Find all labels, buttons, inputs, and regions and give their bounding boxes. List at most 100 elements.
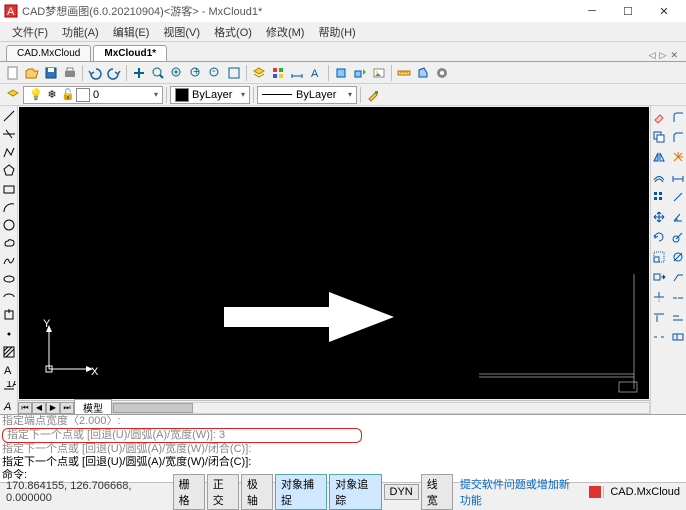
- arc-tool-icon[interactable]: [0, 199, 18, 215]
- settings-icon[interactable]: [433, 64, 451, 82]
- zoom-extents-icon[interactable]: [168, 64, 186, 82]
- spline-tool-icon[interactable]: [0, 253, 18, 269]
- properties-icon[interactable]: [269, 64, 287, 82]
- insert-block-icon[interactable]: [351, 64, 369, 82]
- match-props-icon[interactable]: [364, 86, 382, 104]
- dim-style-icon[interactable]: [288, 64, 306, 82]
- scale-icon[interactable]: [650, 248, 668, 266]
- polyline-tool-icon[interactable]: [0, 144, 18, 160]
- scroll-prev-icon[interactable]: ◀: [32, 402, 46, 414]
- zoom-all-icon[interactable]: [225, 64, 243, 82]
- dim-continue-icon[interactable]: [669, 288, 686, 306]
- offset-icon[interactable]: [650, 168, 668, 186]
- break-icon[interactable]: [650, 328, 668, 346]
- mirror-icon[interactable]: [650, 148, 668, 166]
- point-tool-icon[interactable]: [0, 326, 18, 342]
- ortho-toggle[interactable]: 正交: [207, 474, 239, 510]
- circle-tool-icon[interactable]: [0, 217, 18, 233]
- text-style-icon[interactable]: A: [307, 64, 325, 82]
- tolerance-icon[interactable]: [669, 328, 686, 346]
- measure-icon[interactable]: [395, 64, 413, 82]
- lineweight-toggle[interactable]: 线宽: [421, 474, 453, 510]
- table-tool-icon[interactable]: A: [0, 398, 18, 414]
- zoom-out-icon[interactable]: -: [206, 64, 224, 82]
- zoom-window-icon[interactable]: [149, 64, 167, 82]
- hatch-tool-icon[interactable]: [0, 344, 18, 360]
- menu-help[interactable]: 帮助(H): [312, 22, 361, 42]
- grid-toggle[interactable]: 栅格: [173, 474, 205, 510]
- drawing-canvas[interactable]: Y X: [19, 107, 649, 399]
- scroll-last-icon[interactable]: ⏭: [60, 402, 74, 414]
- otrack-toggle[interactable]: 对象追踪: [329, 474, 381, 510]
- fillet-icon[interactable]: [669, 108, 686, 126]
- block-icon[interactable]: [332, 64, 350, 82]
- extend-icon[interactable]: [650, 308, 668, 326]
- rotate-icon[interactable]: [650, 228, 668, 246]
- dim-aligned-icon[interactable]: [669, 188, 686, 206]
- command-log[interactable]: 指定端点宽度〈2.000〉: 指定下一个点或 [回退(U)/圆弧(A)/宽度(W…: [0, 414, 686, 482]
- explode-icon[interactable]: [669, 148, 686, 166]
- maximize-button[interactable]: ☐: [610, 1, 646, 21]
- menu-view[interactable]: 视图(V): [157, 22, 206, 42]
- array-icon[interactable]: [650, 188, 668, 206]
- area-icon[interactable]: [414, 64, 432, 82]
- polar-toggle[interactable]: 极轴: [241, 474, 273, 510]
- tab-cad-mxcloud[interactable]: CAD.MxCloud: [6, 45, 91, 61]
- layer-freeze-icon: ❄: [44, 87, 60, 103]
- dim-linear-icon[interactable]: [669, 168, 686, 186]
- undo-icon[interactable]: [86, 64, 104, 82]
- dim-baseline-icon[interactable]: [669, 308, 686, 326]
- tab-close-icon[interactable]: ✕: [668, 50, 680, 61]
- dim-angular-icon[interactable]: [669, 208, 686, 226]
- tab-next-icon[interactable]: ▷: [658, 50, 669, 61]
- scroll-next-icon[interactable]: ▶: [46, 402, 60, 414]
- zoom-in-icon[interactable]: +: [187, 64, 205, 82]
- menu-format[interactable]: 格式(O): [208, 22, 258, 42]
- new-file-icon[interactable]: [4, 64, 22, 82]
- menu-modify[interactable]: 修改(M): [260, 22, 311, 42]
- dim-diameter-icon[interactable]: [669, 248, 686, 266]
- line-tool-icon[interactable]: [0, 108, 18, 124]
- osnap-toggle[interactable]: 对象捕捉: [275, 474, 327, 510]
- title-bar: A CAD梦想画图(6.0.20210904)<游客> - MxCloud1* …: [0, 0, 686, 22]
- close-button[interactable]: ✕: [646, 1, 682, 21]
- insert-tool-icon[interactable]: [0, 307, 18, 323]
- scroll-first-icon[interactable]: ⏮: [18, 402, 32, 414]
- linetype-combo[interactable]: ByLayer ▾: [257, 86, 357, 104]
- xline-tool-icon[interactable]: [0, 126, 18, 142]
- dim-tool-icon[interactable]: 1A: [0, 380, 18, 396]
- horizontal-scrollbar[interactable]: [112, 402, 650, 414]
- dim-radius-icon[interactable]: [669, 228, 686, 246]
- tab-prev-icon[interactable]: ◁: [647, 50, 658, 61]
- revcloud-tool-icon[interactable]: [0, 235, 18, 251]
- ellipse-tool-icon[interactable]: [0, 271, 18, 287]
- polygon-tool-icon[interactable]: [0, 162, 18, 178]
- chamfer-icon[interactable]: [669, 128, 686, 146]
- save-icon[interactable]: [42, 64, 60, 82]
- color-combo[interactable]: ByLayer ▾: [170, 86, 250, 104]
- menu-file[interactable]: 文件(F): [6, 22, 54, 42]
- pan-icon[interactable]: [130, 64, 148, 82]
- minimize-button[interactable]: ─: [574, 1, 610, 21]
- layer-combo[interactable]: 💡 ❄ 🔓 0 ▾: [23, 86, 163, 104]
- tab-mxcloud1[interactable]: MxCloud1*: [93, 45, 167, 61]
- move-icon[interactable]: [650, 208, 668, 226]
- layers-panel-icon[interactable]: [4, 86, 22, 104]
- menu-function[interactable]: 功能(A): [56, 22, 105, 42]
- stretch-icon[interactable]: [650, 268, 668, 286]
- open-file-icon[interactable]: [23, 64, 41, 82]
- ellipse-arc-tool-icon[interactable]: [0, 289, 18, 305]
- erase-icon[interactable]: [650, 108, 668, 126]
- copy-icon[interactable]: [650, 128, 668, 146]
- layer-icon[interactable]: [250, 64, 268, 82]
- print-icon[interactable]: [61, 64, 79, 82]
- menu-edit[interactable]: 编辑(E): [107, 22, 156, 42]
- trim-icon[interactable]: [650, 288, 668, 306]
- rectangle-tool-icon[interactable]: [0, 181, 18, 197]
- image-icon[interactable]: [370, 64, 388, 82]
- leader-icon[interactable]: [669, 268, 686, 286]
- redo-icon[interactable]: [105, 64, 123, 82]
- text-tool-icon[interactable]: A: [0, 362, 18, 378]
- feedback-link[interactable]: 提交软件问题或增加新功能: [454, 476, 587, 508]
- dyn-toggle[interactable]: DYN: [384, 484, 419, 500]
